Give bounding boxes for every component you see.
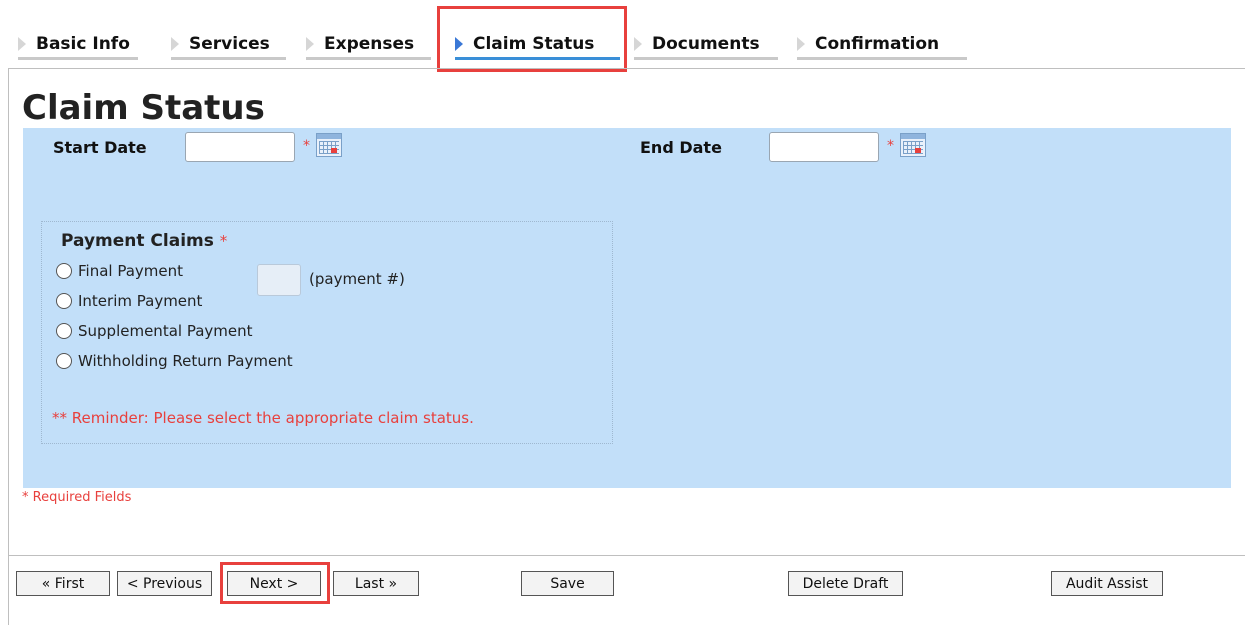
radio-interim-payment[interactable]: Interim Payment	[56, 292, 202, 310]
radio-button[interactable]	[56, 263, 72, 279]
triangle-right-icon	[797, 37, 805, 51]
required-marker: *	[219, 232, 228, 250]
tab-basic-info[interactable]: Basic Info	[18, 28, 138, 60]
radio-withholding-return-payment[interactable]: Withholding Return Payment	[56, 352, 293, 370]
triangle-right-icon	[634, 37, 642, 51]
tab-label: Expenses	[324, 34, 415, 54]
triangle-right-icon	[455, 37, 463, 51]
save-button[interactable]: Save	[521, 571, 614, 596]
tab-services[interactable]: Services	[171, 28, 286, 60]
payment-number-input[interactable]	[257, 264, 301, 296]
page-title: Claim Status	[22, 88, 265, 128]
radio-button[interactable]	[56, 323, 72, 339]
last-button[interactable]: Last »	[333, 571, 419, 596]
reminder-text: ** Reminder: Please select the appropria…	[52, 409, 474, 427]
required-marker: *	[887, 138, 894, 154]
audit-assist-button[interactable]: Audit Assist	[1051, 571, 1163, 596]
previous-button[interactable]: < Previous	[117, 571, 212, 596]
tab-label: Documents	[652, 34, 760, 54]
radio-final-payment[interactable]: Final Payment	[56, 262, 183, 280]
triangle-right-icon	[18, 37, 26, 51]
radio-label: Final Payment	[78, 262, 184, 280]
required-marker: *	[303, 138, 310, 154]
payment-number-label: (payment #)	[309, 270, 405, 288]
end-date-calendar-icon[interactable]	[900, 133, 926, 157]
triangle-right-icon	[306, 37, 314, 51]
radio-label: Supplemental Payment	[78, 322, 253, 340]
radio-label: Interim Payment	[78, 292, 203, 310]
tab-label: Basic Info	[36, 34, 130, 54]
delete-draft-button[interactable]: Delete Draft	[788, 571, 903, 596]
divider	[8, 68, 1245, 69]
end-date-input[interactable]	[769, 132, 879, 162]
next-button[interactable]: Next >	[227, 571, 321, 596]
start-date-label: Start Date	[53, 138, 147, 157]
required-fields-note: * Required Fields	[22, 490, 132, 505]
tab-label: Confirmation	[815, 34, 940, 54]
tab-label: Services	[189, 34, 270, 54]
wizard-tabs: Basic Info Services Expenses Claim Statu…	[0, 0, 1245, 70]
divider	[8, 555, 1245, 556]
triangle-right-icon	[171, 37, 179, 51]
radio-button[interactable]	[56, 353, 72, 369]
radio-label: Withholding Return Payment	[78, 352, 293, 370]
tab-documents[interactable]: Documents	[634, 28, 778, 60]
tab-confirmation[interactable]: Confirmation	[797, 28, 967, 60]
end-date-label: End Date	[640, 138, 722, 157]
radio-button[interactable]	[56, 293, 72, 309]
tab-expenses[interactable]: Expenses	[306, 28, 431, 60]
radio-supplemental-payment[interactable]: Supplemental Payment	[56, 322, 253, 340]
start-date-input[interactable]	[185, 132, 295, 162]
tab-label: Claim Status	[473, 34, 595, 54]
first-button[interactable]: « First	[16, 571, 110, 596]
tab-claim-status[interactable]: Claim Status	[455, 28, 620, 60]
start-date-calendar-icon[interactable]	[316, 133, 342, 157]
payment-claims-title-text: Payment Claims	[61, 231, 214, 251]
payment-claims-title: Payment Claims *	[61, 231, 227, 251]
divider	[8, 68, 9, 625]
